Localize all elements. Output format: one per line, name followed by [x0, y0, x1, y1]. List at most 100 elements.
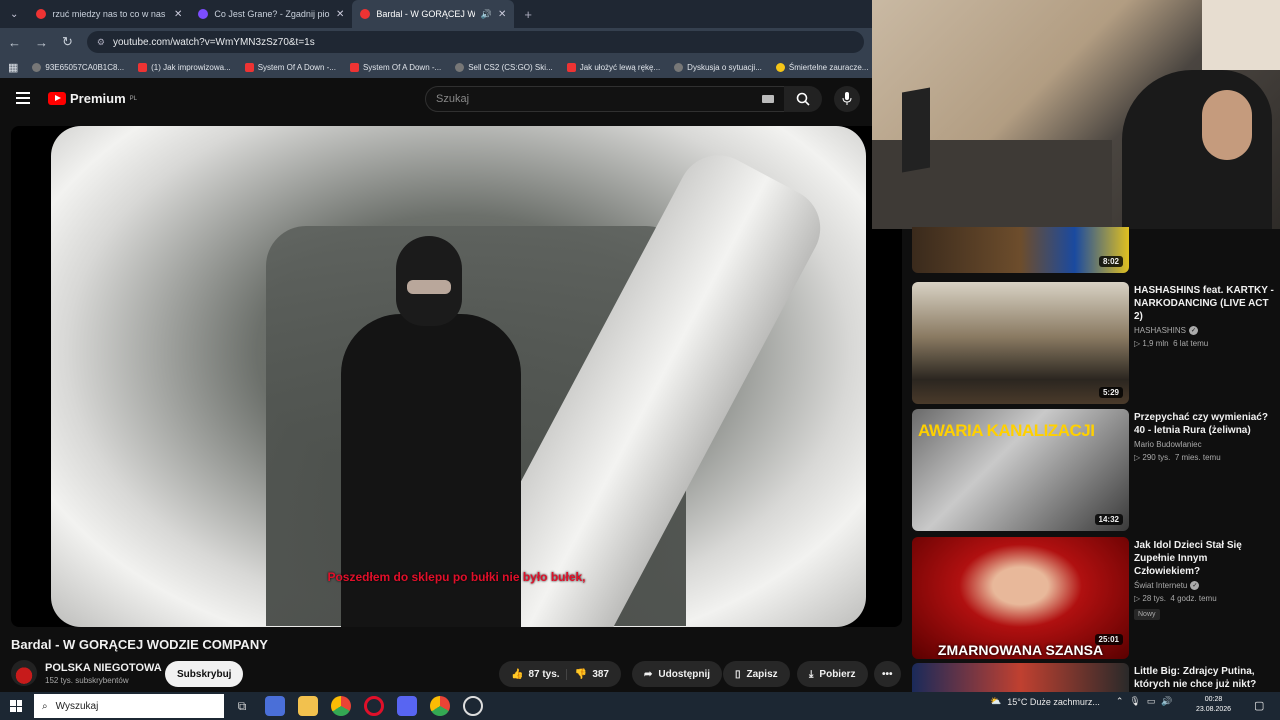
bookmark[interactable]: Śmiertelne zauracze...: [775, 62, 868, 72]
bookmark[interactable]: System Of A Down -...: [349, 62, 441, 72]
chrome-icon[interactable]: [331, 696, 351, 716]
bookmark[interactable]: 93E65057CA0B1C8...: [32, 62, 124, 72]
new-tab-icon[interactable]: +: [524, 7, 532, 22]
microphone-icon[interactable]: 🎙: [1129, 696, 1140, 707]
microphone-icon: [842, 92, 852, 105]
recommendation-channel[interactable]: Świat Internetu ✓: [1134, 581, 1274, 590]
video-player[interactable]: Poszedłem do sklepu po bułki nie było bu…: [11, 126, 902, 627]
bookmark-icon: ▯: [735, 668, 741, 680]
url-text: youtube.com/watch?v=WmYMN3zSz70&t=1s: [112, 36, 315, 48]
site-info-icon[interactable]: ⚙: [97, 37, 105, 48]
video-person: [341, 236, 521, 627]
bookmark[interactable]: (1) Jak improwizowa...: [138, 62, 231, 72]
bookmark[interactable]: Sell CS2 (CS:GO) Ski...: [455, 62, 553, 72]
video-thumbnail[interactable]: AWARIA KANALIZACJI 14:32: [912, 409, 1129, 531]
search-button[interactable]: [784, 86, 822, 112]
video-thumbnail[interactable]: [912, 663, 1129, 692]
app-icon[interactable]: [265, 696, 285, 716]
opera-icon[interactable]: [364, 696, 384, 716]
recommendation-item[interactable]: ZMARNOWANA SZANSA 25:01 Jak Idol Dzieci …: [912, 537, 1280, 659]
recommendation-channel[interactable]: HASHASHINS ✓: [1134, 326, 1274, 335]
recommendation-title[interactable]: HASHASHINS feat. KARTKY - NARKODANCING (…: [1134, 284, 1274, 323]
task-view-icon[interactable]: ⧉: [232, 696, 252, 716]
video-thumbnail[interactable]: ZMARNOWANA SZANSA 25:01: [912, 537, 1129, 659]
reload-icon[interactable]: ↻: [62, 34, 73, 50]
search-input[interactable]: Szukaj: [425, 86, 785, 112]
taskbar-clock[interactable]: 00:28 23.08.2026: [1196, 695, 1231, 715]
more-actions-button[interactable]: •••: [874, 661, 901, 687]
recommendation-item[interactable]: Little Big: Zdrajcy Putina, których nie …: [912, 663, 1280, 692]
taskbar-search-input[interactable]: ⌕ Wyszukaj: [34, 694, 224, 718]
close-tab-icon[interactable]: ✕: [498, 9, 506, 20]
chrome-icon[interactable]: [430, 696, 450, 716]
youtube-favicon-icon: [360, 9, 371, 19]
thumbnail-text: ZMARNOWANA SZANSA: [937, 642, 1104, 658]
tray-chevron-icon[interactable]: ⌃: [1116, 696, 1124, 707]
hamburger-menu-icon[interactable]: [16, 92, 30, 104]
download-icon: ⤓: [809, 668, 814, 680]
site-favicon-icon: [198, 9, 209, 19]
recommendation-title[interactable]: Przepychać czy wymieniać? 40 - letnia Ru…: [1134, 411, 1274, 437]
url-field[interactable]: ⚙ youtube.com/watch?v=WmYMN3zSz70&t=1s: [86, 31, 864, 53]
file-explorer-icon[interactable]: [298, 696, 318, 716]
forward-icon[interactable]: →: [35, 35, 48, 50]
channel-info: POLSKA NIEGOTOWA 152 tys. subskrybentów: [11, 660, 162, 686]
thumbs-up-icon: 👍: [511, 668, 524, 680]
tab-list-chevron-icon[interactable]: ⌄: [0, 9, 28, 20]
recommendation-item[interactable]: AWARIA KANALIZACJI 14:32 Przepychać czy …: [912, 409, 1280, 531]
bookmarks-bar: ▦ 93E65057CA0B1C8... (1) Jak improwizowa…: [0, 56, 872, 78]
video-duration: 5:29: [1098, 387, 1123, 398]
bookmark[interactable]: Jak ułożyć lewą rękę...: [566, 62, 660, 72]
recommendation-title[interactable]: Jak Idol Dzieci Stał Się Zupełnie Innym …: [1134, 539, 1274, 578]
recommendation-item[interactable]: 8:02: [912, 227, 1280, 273]
channel-subscriber-count: 152 tys. subskrybentów: [45, 675, 129, 685]
browser-tab[interactable]: Co Jest Grane? - Zgadnij piosen ✕: [190, 0, 352, 28]
recommendation-meta: ▷ 28 tys. 4 godz. temu: [1134, 594, 1217, 603]
windows-start-icon[interactable]: [10, 700, 22, 712]
apps-grid-icon[interactable]: ▦: [8, 61, 18, 74]
app-icon[interactable]: [463, 696, 483, 716]
notifications-icon[interactable]: ▢: [1254, 699, 1264, 712]
close-tab-icon[interactable]: ✕: [174, 9, 182, 20]
close-tab-icon[interactable]: ✕: [336, 9, 344, 20]
browser-tab-active[interactable]: Bardal - W GORĄCEJ WODZ 🔊 ✕: [352, 0, 515, 28]
weather-text[interactable]: 15°C Duże zachmurz...: [1007, 697, 1100, 707]
subscribe-button[interactable]: Subskrybuj: [165, 661, 244, 687]
like-button[interactable]: 👍 87 tys.: [511, 669, 560, 680]
back-icon[interactable]: ←: [8, 35, 21, 50]
video-thumbnail[interactable]: 5:29: [912, 282, 1129, 404]
recommendation-item[interactable]: 5:29 HASHASHINS feat. KARTKY - NARKODANC…: [912, 282, 1280, 404]
youtube-icon: [244, 62, 254, 72]
keyboard-icon[interactable]: [762, 95, 774, 103]
share-arrow-icon: ➦: [644, 668, 653, 680]
bookmark[interactable]: System Of A Down -...: [244, 62, 336, 72]
video-frame: [51, 126, 866, 627]
recommendation-meta: ▷ 1,9 mln 6 lat temu: [1134, 339, 1209, 348]
network-icon[interactable]: ▭: [1147, 696, 1156, 707]
verified-icon: ✓: [1189, 326, 1199, 335]
youtube-premium-logo[interactable]: Premium PL: [48, 91, 137, 106]
volume-icon[interactable]: 🔊: [1161, 696, 1172, 707]
channel-avatar[interactable]: [11, 660, 37, 686]
weather-icon: ⛅: [990, 696, 1002, 706]
bookmark-icon: [32, 62, 42, 72]
youtube-icon: [138, 62, 148, 72]
thumbnail-text: AWARIA KANALIZACJI: [918, 421, 1095, 440]
share-button[interactable]: ➦ Udostępnij: [632, 661, 723, 687]
channel-name[interactable]: POLSKA NIEGOTOWA: [45, 662, 162, 674]
browser-tab[interactable]: rzuć miedzy nas to co w nas zło ✕: [28, 0, 190, 28]
download-button[interactable]: ⤓ Pobierz: [797, 661, 868, 687]
voice-search-button[interactable]: [834, 86, 860, 112]
dislike-button[interactable]: 👎 387: [565, 668, 609, 680]
save-button[interactable]: ▯ Zapisz: [723, 661, 790, 687]
new-badge: Nowy: [1134, 609, 1160, 620]
discord-icon[interactable]: [397, 696, 417, 716]
video-thumbnail[interactable]: 8:02: [912, 227, 1129, 273]
recommendation-channel[interactable]: Mario Budowlaniec: [1134, 440, 1274, 449]
audio-playing-icon[interactable]: 🔊: [481, 9, 492, 20]
emoji-icon: [775, 62, 785, 72]
search-icon: ⌕: [42, 700, 48, 712]
like-dislike-pill: 👍 87 tys. 👎 387: [499, 661, 621, 687]
bookmark[interactable]: Dyskusja o sytuacji...: [674, 62, 762, 72]
recommendation-title[interactable]: Little Big: Zdrajcy Putina, których nie …: [1134, 665, 1274, 691]
